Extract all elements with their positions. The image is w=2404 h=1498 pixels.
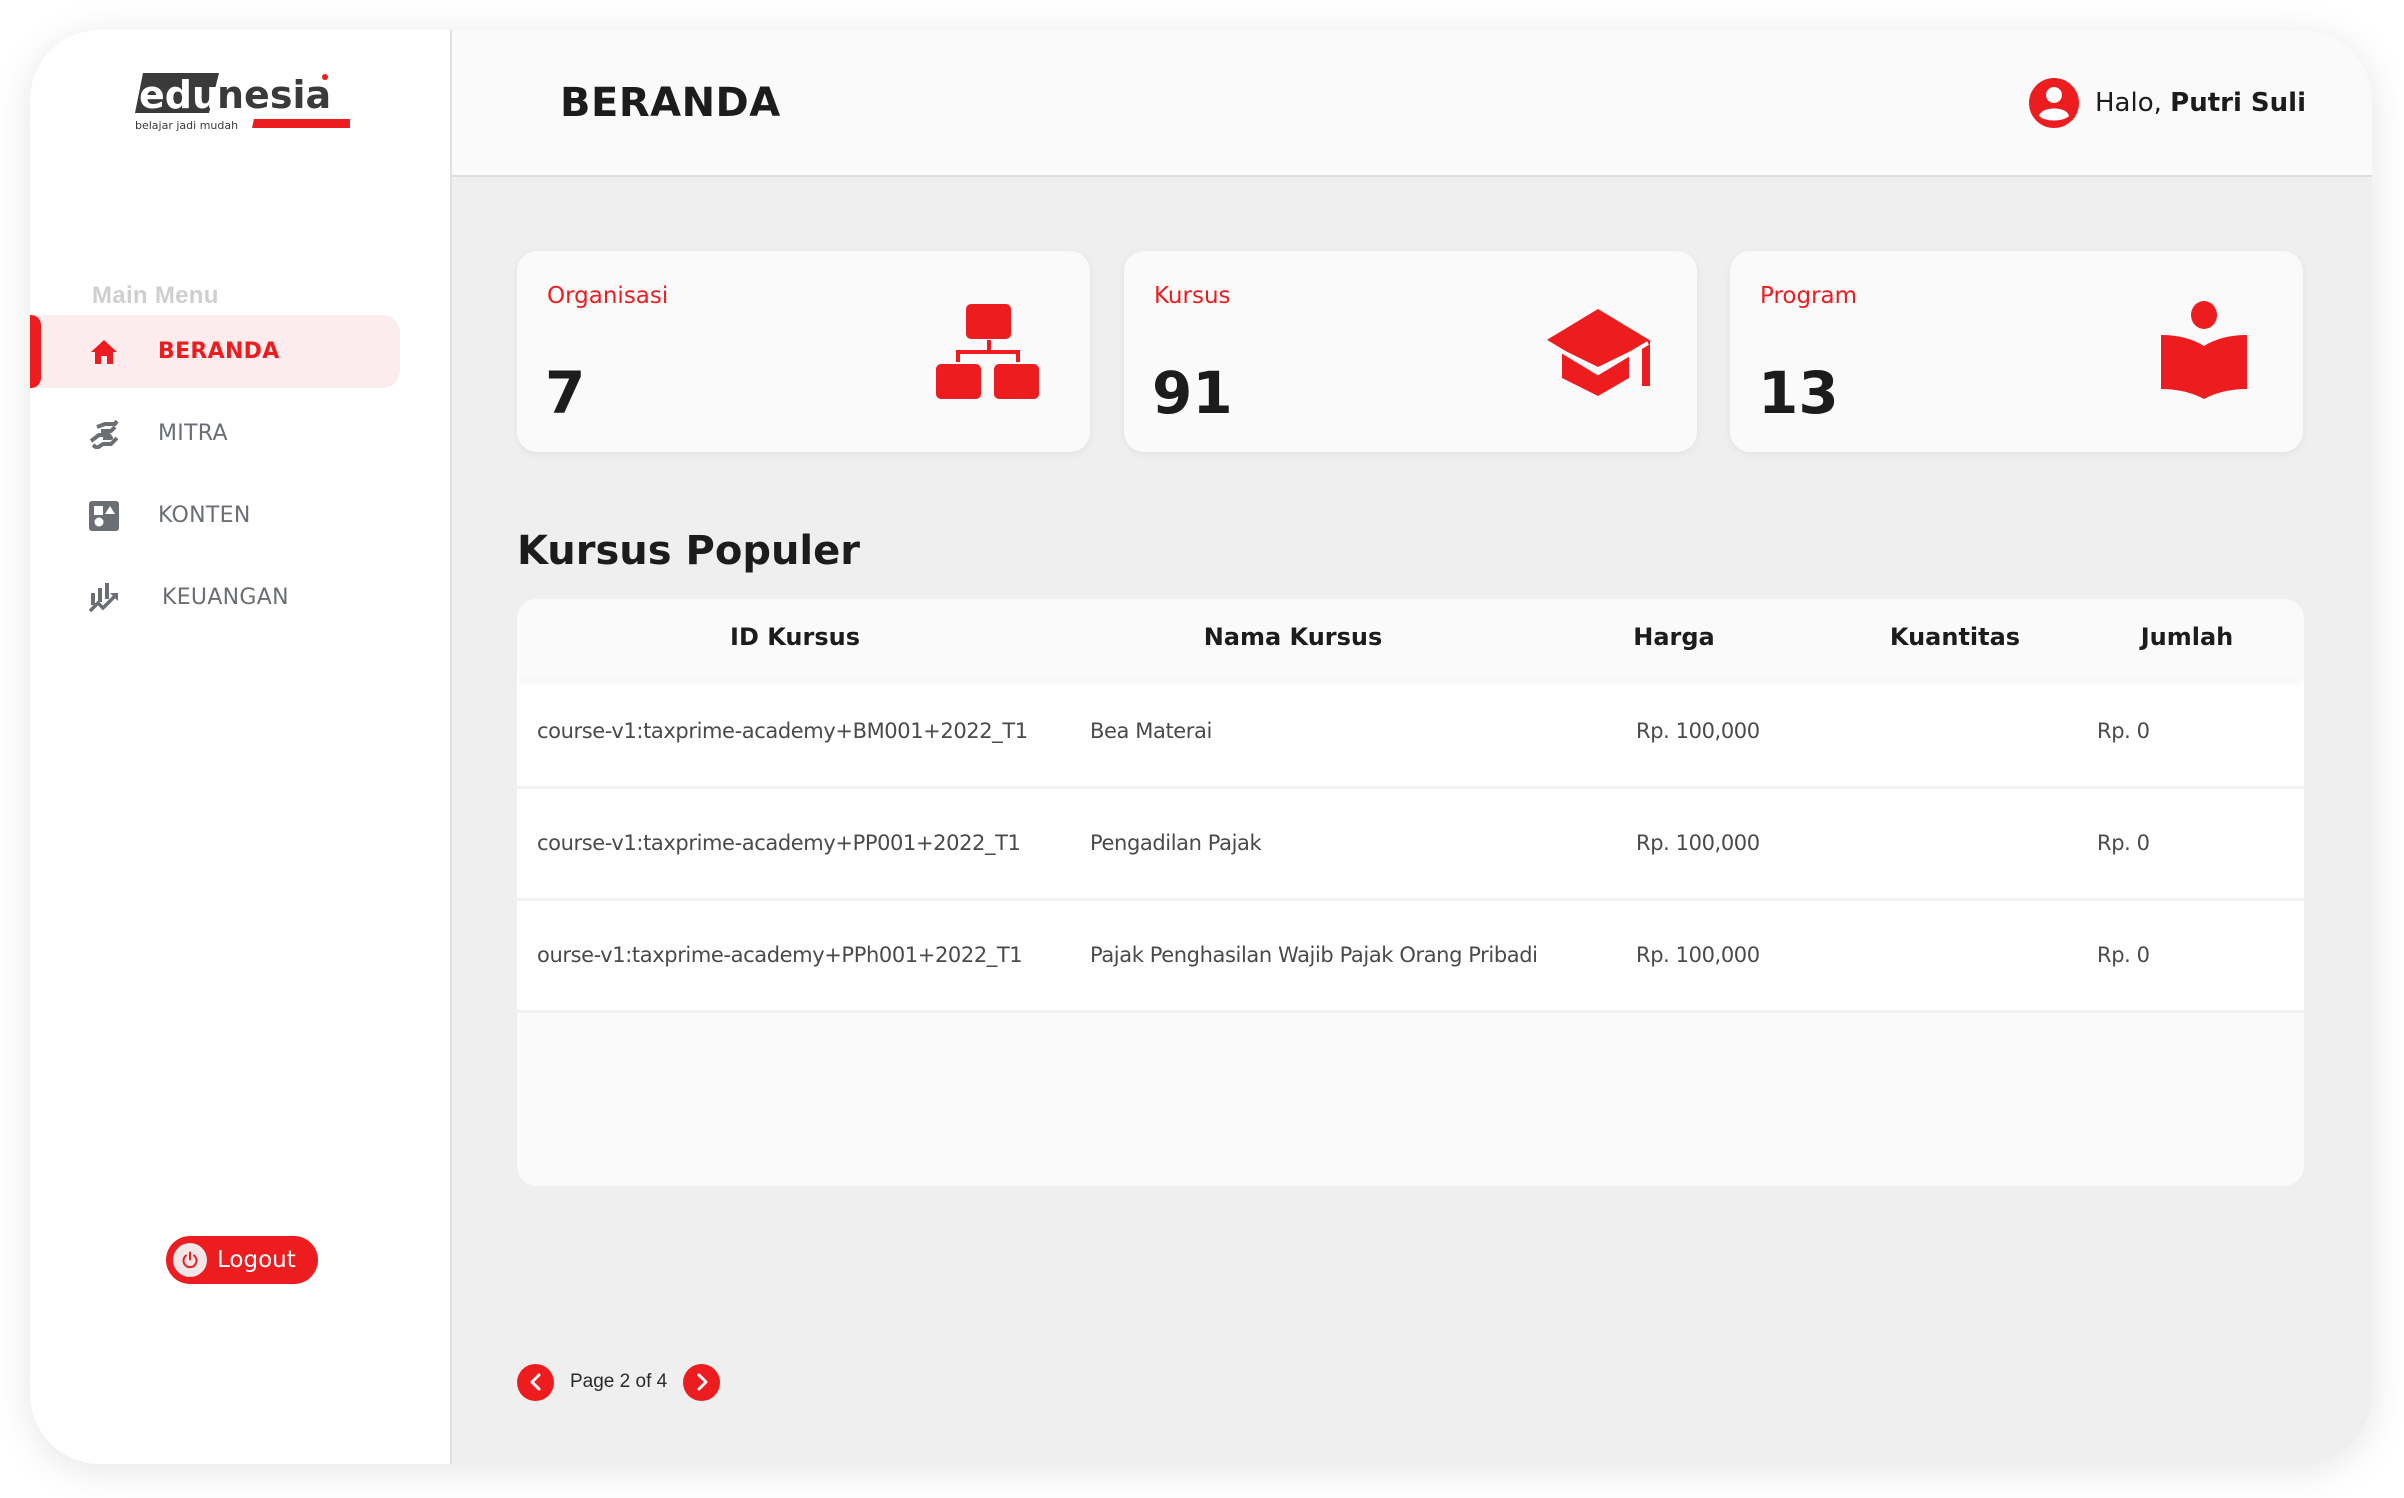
reading-book-icon (2149, 301, 2259, 411)
cell-price: Rp. 100,000 (1636, 943, 1760, 967)
greeting-prefix: Halo, (2095, 88, 2162, 118)
stat-value: 91 (1152, 359, 1233, 427)
stat-card-kursus[interactable]: Kursus 91 (1124, 251, 1697, 452)
power-icon (173, 1243, 207, 1277)
app-window: edu nesia belajar jadi mudah Main Menu B… (30, 30, 2372, 1464)
cell-course-id: course-v1:taxprime-academy+BM001+2022_T1 (537, 719, 1028, 743)
sidebar-item-label: MITRA (158, 421, 228, 446)
user-menu[interactable]: Halo, Putri Suli (2029, 78, 2306, 128)
page-title: BERANDA (560, 80, 781, 126)
cell-total: Rp. 0 (2097, 943, 2150, 967)
column-header-price[interactable]: Harga (1633, 623, 1715, 651)
cell-course-name: Pengadilan Pajak (1090, 831, 1262, 855)
logo-text-nesia: nesia (217, 73, 331, 117)
handshake-icon (88, 418, 120, 450)
prev-page-button[interactable] (517, 1363, 554, 1401)
sidebar-item-label: BERANDA (158, 339, 280, 364)
cell-course-id: ourse-v1:taxprime-academy+PPh001+2022_T1 (537, 943, 1023, 967)
column-header-total[interactable]: Jumlah (2141, 623, 2234, 651)
cell-price: Rp. 100,000 (1636, 831, 1760, 855)
user-avatar-icon (2029, 78, 2079, 128)
org-chart-icon (936, 301, 1046, 411)
stat-value: 7 (545, 359, 586, 427)
sidebar-item-beranda[interactable]: BERANDA (30, 315, 400, 388)
sidebar: edu nesia belajar jadi mudah Main Menu B… (30, 30, 452, 1464)
column-header-quantity[interactable]: Kuantitas (1890, 623, 2020, 651)
cell-price: Rp. 100,000 (1636, 719, 1760, 743)
cell-course-name: Pajak Penghasilan Wajib Pajak Orang Prib… (1090, 943, 1538, 967)
stat-label: Organisasi (547, 283, 669, 309)
page-indicator: Page 2 of 4 (570, 1371, 668, 1392)
main-menu-heading: Main Menu (92, 282, 219, 309)
top-header: BERANDA Halo, Putri Suli (452, 30, 2372, 177)
chevron-right-icon (697, 1373, 708, 1391)
sidebar-item-konten[interactable]: KONTEN (30, 479, 400, 552)
stat-value: 13 (1758, 359, 1839, 427)
user-greeting: Halo, Putri Suli (2095, 88, 2306, 118)
column-header-id[interactable]: ID Kursus (730, 623, 860, 651)
cell-total: Rp. 0 (2097, 831, 2150, 855)
stat-card-program[interactable]: Program 13 (1730, 251, 2303, 452)
next-page-button[interactable] (683, 1363, 721, 1401)
table-row[interactable]: course-v1:taxprime-academy+BM001+2022_T1… (517, 677, 2304, 789)
sidebar-item-label: KONTEN (158, 503, 251, 528)
section-title-kursus-populer: Kursus Populer (517, 528, 860, 574)
logo-text-edu: edu (139, 73, 219, 117)
logo-tagline: belajar jadi mudah (135, 119, 238, 132)
stat-label: Program (1760, 283, 1858, 309)
sidebar-item-label: KEUANGAN (162, 585, 289, 610)
logout-label: Logout (217, 1247, 296, 1273)
user-name: Putri Suli (2170, 88, 2306, 118)
home-icon (88, 336, 120, 368)
pagination: Page 2 of 4 (517, 1363, 721, 1401)
table-row[interactable]: course-v1:taxprime-academy+PP001+2022_T1… (517, 789, 2304, 901)
finance-chart-icon (88, 582, 120, 614)
column-header-name[interactable]: Nama Kursus (1204, 623, 1383, 651)
graduation-cap-icon (1543, 301, 1653, 411)
cell-total: Rp. 0 (2097, 719, 2150, 743)
stat-label: Kursus (1154, 283, 1231, 309)
table-row[interactable]: ourse-v1:taxprime-academy+PPh001+2022_T1… (517, 901, 2304, 1013)
cell-course-id: course-v1:taxprime-academy+PP001+2022_T1 (537, 831, 1021, 855)
edunesia-logo[interactable]: edu nesia belajar jadi mudah (135, 73, 350, 135)
table-header: ID Kursus Nama Kursus Harga Kuantitas Ju… (517, 599, 2304, 677)
sidebar-item-keuangan[interactable]: KEUANGAN (30, 561, 400, 634)
cell-course-name: Bea Materai (1090, 719, 1212, 743)
logout-button[interactable]: Logout (166, 1236, 318, 1284)
sidebar-item-mitra[interactable]: MITRA (30, 397, 400, 470)
chevron-left-icon (530, 1373, 540, 1391)
content-shapes-icon (88, 500, 120, 532)
stat-card-organisasi[interactable]: Organisasi 7 (517, 251, 1090, 452)
popular-courses-table: ID Kursus Nama Kursus Harga Kuantitas Ju… (517, 599, 2304, 1186)
